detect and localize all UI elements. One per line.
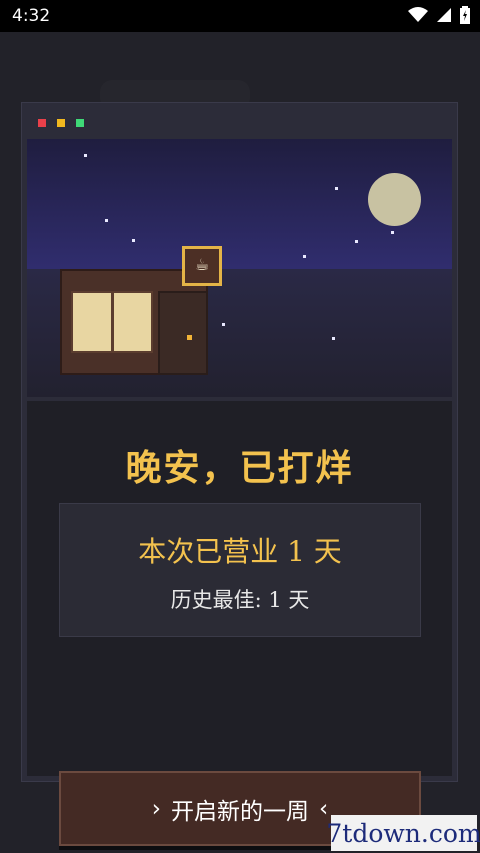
coffee-cup-icon: ☕: [194, 255, 210, 274]
status-time: 4:32: [12, 6, 51, 26]
shop-window: [71, 291, 153, 353]
maximize-dot-icon: [76, 119, 84, 127]
window-titlebar: [22, 103, 457, 139]
dialog-window: ☕ 晚安，已打烊 本次已营业 1 天 历史最佳: 1 天 › 开启新的一周 ‹: [21, 102, 458, 846]
star-icon: [391, 231, 394, 234]
closing-panel: 晚安，已打烊 本次已营业 1 天 历史最佳: 1 天 › 开启新的一周 ‹: [27, 401, 452, 846]
star-icon: [222, 323, 225, 326]
wifi-icon: [408, 7, 428, 22]
days-open-best: 历史最佳: 1 天: [170, 588, 310, 612]
watermark-logo: 7tdown.com: [326, 815, 480, 851]
close-dot-icon: [38, 119, 46, 127]
stats-box: 本次已营业 1 天 历史最佳: 1 天: [59, 503, 421, 637]
status-bar: 4:32: [0, 0, 480, 32]
star-icon: [84, 154, 87, 157]
star-icon: [132, 239, 135, 242]
star-icon: [332, 337, 335, 340]
minimize-dot-icon: [57, 119, 65, 127]
night-scene: ☕: [27, 139, 452, 397]
shop-sign: ☕: [182, 246, 222, 286]
star-icon: [303, 255, 306, 258]
star-icon: [355, 240, 358, 243]
battery-icon: [460, 6, 470, 24]
days-open-current: 本次已营业 1 天: [138, 535, 342, 568]
closing-title: 晚安，已打烊: [125, 448, 354, 489]
star-icon: [335, 187, 338, 190]
signal-icon: [437, 8, 451, 22]
chevron-right-icon: ›: [151, 795, 161, 822]
start-new-week-label: 开启新的一周: [171, 798, 309, 825]
shop-door: [158, 291, 208, 375]
moon-icon: [368, 173, 421, 226]
star-icon: [105, 219, 108, 222]
status-icons: [408, 6, 470, 24]
